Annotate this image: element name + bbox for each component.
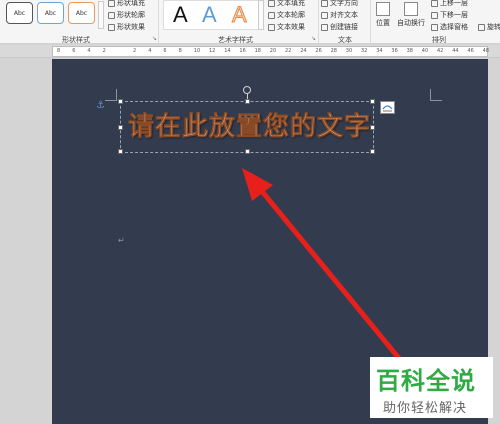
ruler-tick: 42 — [437, 48, 444, 54]
align-text-button[interactable]: 对齐文本 — [321, 10, 358, 20]
ruler-tick: 20 — [269, 48, 277, 54]
shape-outline-button[interactable]: 形状轮廓 — [108, 10, 145, 20]
ruler-tick: 6 — [72, 48, 76, 54]
rotate-button[interactable]: 旋转 — [478, 22, 500, 32]
shape-styles-dialog-launcher[interactable]: ↘ — [152, 35, 157, 42]
watermark-subtitle: 助你轻松解决 — [383, 401, 468, 416]
text-fill-icon — [268, 0, 275, 7]
shape-effects-icon — [108, 23, 115, 31]
wordart-styles-group-label: 艺术字样式 — [218, 36, 253, 44]
shape-style-swatch-3[interactable]: Abc — [68, 2, 95, 24]
crop-mark-top-left — [105, 89, 117, 101]
link-icon — [321, 23, 328, 31]
resize-handle-left[interactable] — [118, 125, 123, 130]
ruler-tick: 10 — [193, 48, 201, 54]
ruler-tick: 48 — [482, 48, 489, 54]
ruler-tick: 12 — [209, 48, 216, 54]
wrap-text-button[interactable]: 自动换行 — [397, 2, 425, 28]
bring-forward-icon — [431, 0, 438, 7]
wordart-style-2[interactable]: A — [202, 2, 217, 28]
ruler-tick: 4 — [148, 48, 152, 54]
send-backward-button[interactable]: 下移一层 — [431, 10, 468, 20]
shape-styles-group-label: 形状样式 — [62, 36, 90, 44]
shape-fill-button[interactable]: 形状填充 — [108, 0, 145, 8]
shape-style-swatch-2[interactable]: Abc — [37, 2, 64, 24]
ruler-tick: 6 — [163, 48, 167, 54]
ruler-tick: 26 — [315, 48, 322, 54]
text-outline-icon — [268, 11, 275, 19]
resize-handle-bottom-left[interactable] — [118, 149, 123, 154]
ruler-tick: 30 — [345, 48, 353, 54]
crop-mark-top-right — [430, 89, 442, 101]
text-group-label: 文本 — [338, 36, 352, 44]
resize-handle-top-left[interactable] — [118, 99, 123, 104]
ruler-tick: 22 — [285, 48, 292, 54]
paragraph-mark: ↵ — [118, 236, 125, 245]
wordart-textbox[interactable]: 请在此放置您的文字 — [118, 86, 375, 154]
shape-effects-button[interactable]: 形状效果 — [108, 22, 145, 32]
wordart-gallery: A A A — [163, 0, 259, 30]
ruler-tick: 28 — [330, 48, 337, 54]
bring-forward-button[interactable]: 上移一层 — [431, 0, 468, 8]
ribbon-group-labels: 形状样式 ↘ 艺术字样式 ↘ 文本 排列 — [0, 34, 500, 45]
arrange-group-label: 排列 — [432, 36, 446, 44]
ruler-tick: 46 — [467, 48, 474, 54]
text-fill-button[interactable]: 文本填充 — [268, 0, 305, 8]
watermark-logo: 百科全说 助你轻松解决 — [370, 357, 493, 418]
text-outline-button[interactable]: 文本轮廓 — [268, 10, 305, 20]
watermark-title: 百科全说 — [376, 367, 476, 395]
wrap-text-icon — [404, 2, 418, 16]
wordart-dialog-launcher[interactable]: ↘ — [311, 35, 316, 42]
ruler-tick: 24 — [300, 48, 307, 54]
ruler-tick: 32 — [361, 48, 368, 54]
text-effects-button[interactable]: 文本效果 — [268, 22, 305, 32]
ruler-tick: 44 — [452, 48, 459, 54]
position-button[interactable]: 位置 — [376, 2, 390, 28]
ruler-tick: 2 — [102, 48, 106, 54]
rotate-handle-icon[interactable] — [243, 86, 251, 94]
ribbon: Abc Abc Abc 形状填充 形状轮廓 形状效果 A A A 文本填充 文本… — [0, 0, 500, 44]
position-icon — [376, 2, 390, 16]
shape-style-swatch-1[interactable]: Abc — [6, 2, 33, 24]
wordart-style-1[interactable]: A — [173, 2, 188, 28]
ruler-tick: 18 — [254, 48, 261, 54]
layout-options-icon[interactable] — [380, 101, 395, 114]
ruler-tick: 4 — [87, 48, 91, 54]
send-backward-icon — [431, 11, 438, 19]
anchor-icon: ⚓ — [96, 100, 105, 111]
ruler-tick: 34 — [376, 48, 383, 54]
shape-styles-more-button[interactable] — [98, 1, 104, 29]
ruler-tick: 14 — [224, 48, 231, 54]
shape-fill-icon — [108, 0, 115, 7]
ruler-tick: 40 — [421, 48, 429, 54]
ruler-tick: 8 — [57, 48, 61, 54]
wordart-text[interactable]: 请在此放置您的文字 — [128, 104, 371, 150]
ruler-tick: 16 — [239, 48, 246, 54]
rotate-icon — [478, 23, 485, 31]
text-direction-button[interactable]: 文字方向 — [321, 0, 358, 8]
create-link-button[interactable]: 创建链接 — [321, 22, 358, 32]
ruler-tick: 8 — [178, 48, 182, 54]
text-direction-icon — [321, 0, 328, 7]
selection-pane-icon — [431, 23, 438, 31]
horizontal-ruler[interactable]: 8 6 4 2 2 4 6 8 10 12 14 16 18 20 22 24 26 28 30 32 34 36 38 40… — [52, 46, 489, 57]
ruler-tick: 2 — [133, 48, 137, 54]
wordart-style-3[interactable]: A — [232, 2, 248, 28]
selection-pane-button[interactable]: 选择窗格 — [431, 22, 468, 32]
ruler-tick: 38 — [406, 48, 413, 54]
wordart-more-button[interactable] — [258, 0, 264, 30]
ruler-tick: 36 — [391, 48, 398, 54]
text-effects-icon — [268, 23, 275, 31]
align-text-icon — [321, 11, 328, 19]
shape-outline-icon — [108, 11, 115, 19]
